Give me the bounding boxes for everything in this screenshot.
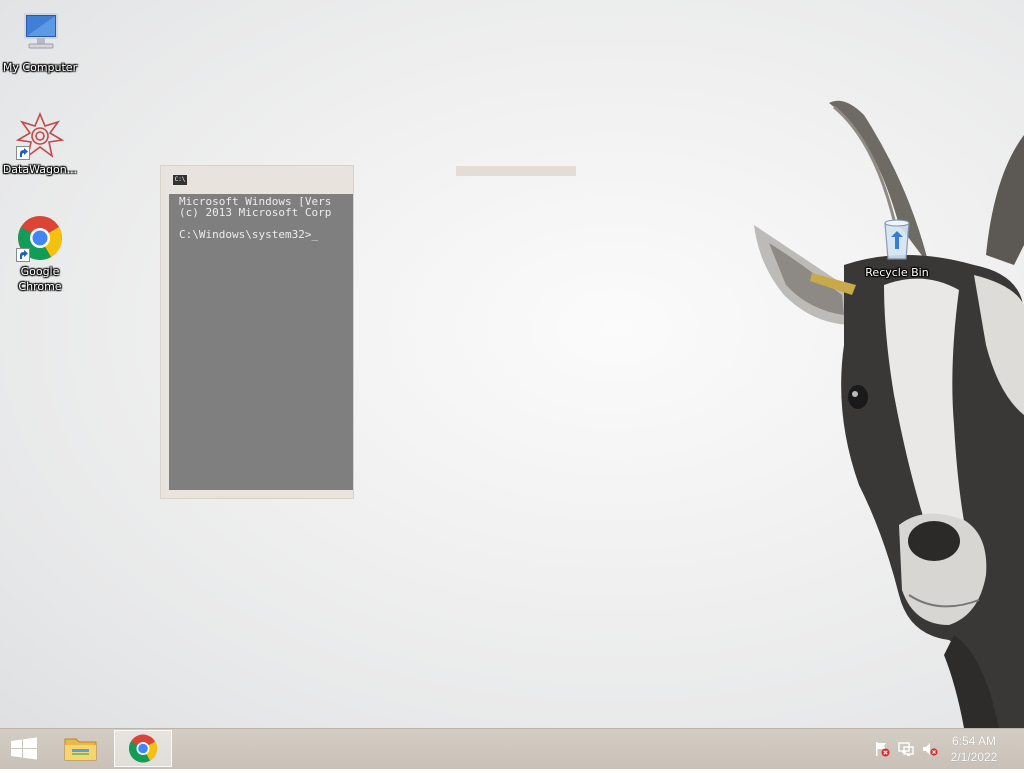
cmd-app-icon: C:\ [173,175,187,185]
desktop-icon-label: DataWagon... [2,163,78,176]
folder-icon [64,738,97,761]
network-icon[interactable] [898,741,914,757]
ghost-window-strip [456,166,576,176]
desktop-icon-label: Google Chrome [18,265,62,293]
shortcut-arrow-icon [16,248,30,262]
computer-icon [16,10,64,58]
taskbar-file-explorer[interactable] [52,730,110,767]
taskbar: 6:54 AM 2/1/2022 [0,728,1024,769]
clock-time: 6:54 AM [951,734,997,748]
desktop-icon-label: My Computer [2,61,78,74]
goat-wallpaper [724,95,1024,728]
start-button[interactable] [0,729,48,769]
chrome-icon [129,734,157,763]
datawagon-icon [15,111,65,160]
desktop-icon-my-computer[interactable]: My Computer [0,10,80,75]
action-center-flag-icon[interactable] [874,741,890,757]
recycle-bin-icon [873,215,921,263]
taskbar-google-chrome[interactable] [114,730,172,767]
desktop: My Computer DataWagon... Google Chrome R… [0,0,1024,728]
shortcut-arrow-icon [16,146,30,160]
windows-logo-icon [11,737,37,760]
desktop-icon-label: Recycle Bin [865,266,929,279]
volume-muted-icon[interactable] [922,741,938,757]
desktop-icon-recycle-bin[interactable]: Recycle Bin [857,215,937,280]
desktop-icon-datawagon[interactable]: DataWagon... [0,111,80,177]
clock-date: 2/1/2022 [950,750,998,764]
desktop-icon-google-chrome[interactable]: Google Chrome [0,214,80,294]
chrome-icon [16,214,64,262]
system-clock[interactable]: 6:54 AM 2/1/2022 [944,733,1004,765]
cmd-output: Microsoft Windows [Vers (c) 2013 Microso… [179,195,332,241]
cmd-window[interactable]: C:\ Microsoft Windows [Vers (c) 2013 Mic… [160,165,354,499]
cmd-console[interactable]: Microsoft Windows [Vers (c) 2013 Microso… [169,194,353,490]
